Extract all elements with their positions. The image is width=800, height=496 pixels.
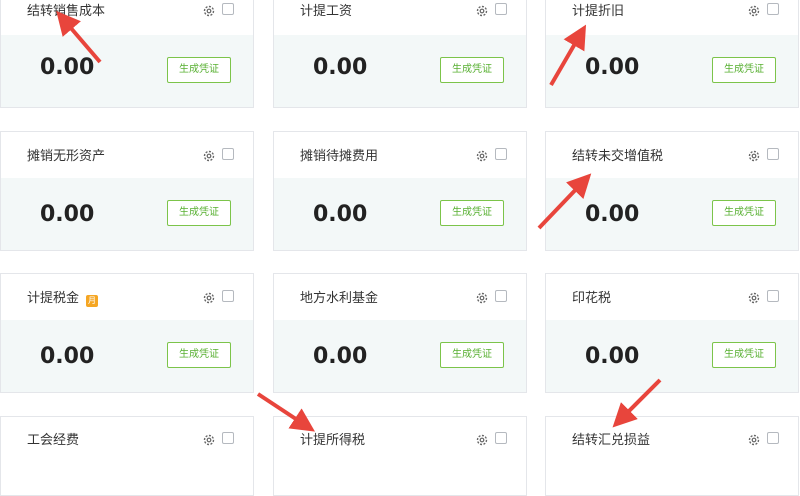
select-checkbox[interactable] [495, 148, 507, 160]
select-checkbox[interactable] [495, 3, 507, 15]
card-header: 摊销无形资产 [1, 132, 253, 178]
card-title: 印花税 [572, 291, 612, 306]
generate-voucher-button[interactable]: 生成凭证 [167, 342, 231, 368]
card-title: 计提税金月 [27, 291, 99, 307]
select-checkbox[interactable] [767, 3, 779, 15]
generate-voucher-button[interactable]: 生成凭证 [167, 200, 231, 226]
card-header: 地方水利基金 [274, 274, 526, 320]
card-income-tax: 计提所得税 [273, 416, 527, 496]
amount-value: 0.00 [313, 202, 368, 227]
card-fx-gains-losses: 结转汇兑损益 [545, 416, 799, 496]
generate-voucher-button[interactable]: 生成凭证 [712, 342, 776, 368]
gear-icon[interactable] [202, 149, 216, 163]
select-checkbox[interactable] [767, 290, 779, 302]
card-body: 0.00 生成凭证 [1, 35, 253, 107]
card-header: 计提折旧 [546, 0, 798, 35]
select-checkbox[interactable] [222, 3, 234, 15]
card-header: 计提所得税 [274, 417, 526, 463]
amount-value: 0.00 [313, 55, 368, 80]
gear-icon[interactable] [747, 291, 761, 305]
gear-icon[interactable] [475, 433, 489, 447]
select-checkbox[interactable] [222, 148, 234, 160]
monthly-badge-icon: 月 [86, 295, 99, 307]
card-body: 0.00 生成凭证 [274, 320, 526, 392]
closing-tasks-grid: 结转销售成本 0.00 生成凭证 计提工资 0.00 生成凭证 计提折旧 0.0… [0, 0, 800, 496]
card-union-fees: 工会经费 [0, 416, 254, 496]
card-water-fund: 地方水利基金 0.00 生成凭证 [273, 273, 527, 393]
gear-icon[interactable] [747, 433, 761, 447]
card-body: 0.00 生成凭证 [274, 35, 526, 107]
card-header: 结转汇兑损益 [546, 417, 798, 463]
card-title: 摊销无形资产 [27, 149, 106, 164]
amount-value: 0.00 [40, 344, 95, 369]
card-header: 工会经费 [1, 417, 253, 463]
amount-value: 0.00 [585, 55, 640, 80]
card-title: 计提折旧 [572, 4, 625, 19]
generate-voucher-button[interactable]: 生成凭证 [440, 57, 504, 83]
card-accrue-taxes: 计提税金月 0.00 生成凭证 [0, 273, 254, 393]
card-header: 印花税 [546, 274, 798, 320]
amount-value: 0.00 [40, 202, 95, 227]
card-accrue-wages: 计提工资 0.00 生成凭证 [273, 0, 527, 108]
card-unpaid-vat: 结转未交增值税 0.00 生成凭证 [545, 131, 799, 251]
card-title: 计提工资 [300, 4, 353, 19]
select-checkbox[interactable] [222, 290, 234, 302]
select-checkbox[interactable] [222, 432, 234, 444]
card-body: 0.00 生成凭证 [546, 35, 798, 107]
card-stamp-duty: 印花税 0.00 生成凭证 [545, 273, 799, 393]
gear-icon[interactable] [747, 149, 761, 163]
amount-value: 0.00 [585, 344, 640, 369]
card-body: 0.00 生成凭证 [546, 320, 798, 392]
card-title: 结转销售成本 [27, 4, 106, 19]
card-amortize-intangibles: 摊销无形资产 0.00 生成凭证 [0, 131, 254, 251]
select-checkbox[interactable] [767, 432, 779, 444]
generate-voucher-button[interactable]: 生成凭证 [712, 200, 776, 226]
card-body: 0.00 生成凭证 [1, 178, 253, 250]
gear-icon[interactable] [475, 149, 489, 163]
card-header: 摊销待摊费用 [274, 132, 526, 178]
card-title: 计提所得税 [300, 433, 366, 448]
gear-icon[interactable] [202, 433, 216, 447]
card-cost-of-sales: 结转销售成本 0.00 生成凭证 [0, 0, 254, 108]
generate-voucher-button[interactable]: 生成凭证 [440, 200, 504, 226]
generate-voucher-button[interactable]: 生成凭证 [712, 57, 776, 83]
card-body: 0.00 生成凭证 [274, 178, 526, 250]
card-header: 计提税金月 [1, 274, 253, 320]
generate-voucher-button[interactable]: 生成凭证 [440, 342, 504, 368]
gear-icon[interactable] [475, 4, 489, 18]
gear-icon[interactable] [202, 4, 216, 18]
card-title-text: 计提税金 [27, 291, 80, 306]
card-amortize-prepaid: 摊销待摊费用 0.00 生成凭证 [273, 131, 527, 251]
card-header: 结转未交增值税 [546, 132, 798, 178]
card-title: 结转未交增值税 [572, 149, 664, 164]
gear-icon[interactable] [747, 4, 761, 18]
generate-voucher-button[interactable]: 生成凭证 [167, 57, 231, 83]
card-title: 结转汇兑损益 [572, 433, 651, 448]
card-title: 地方水利基金 [300, 291, 379, 306]
card-title: 工会经费 [27, 433, 80, 448]
card-title: 摊销待摊费用 [300, 149, 379, 164]
gear-icon[interactable] [202, 291, 216, 305]
select-checkbox[interactable] [495, 432, 507, 444]
card-body: 0.00 生成凭证 [546, 178, 798, 250]
select-checkbox[interactable] [495, 290, 507, 302]
card-body: 0.00 生成凭证 [1, 320, 253, 392]
amount-value: 0.00 [585, 202, 640, 227]
amount-value: 0.00 [40, 55, 95, 80]
gear-icon[interactable] [475, 291, 489, 305]
amount-value: 0.00 [313, 344, 368, 369]
card-depreciation: 计提折旧 0.00 生成凭证 [545, 0, 799, 108]
card-header: 计提工资 [274, 0, 526, 35]
card-header: 结转销售成本 [1, 0, 253, 35]
select-checkbox[interactable] [767, 148, 779, 160]
